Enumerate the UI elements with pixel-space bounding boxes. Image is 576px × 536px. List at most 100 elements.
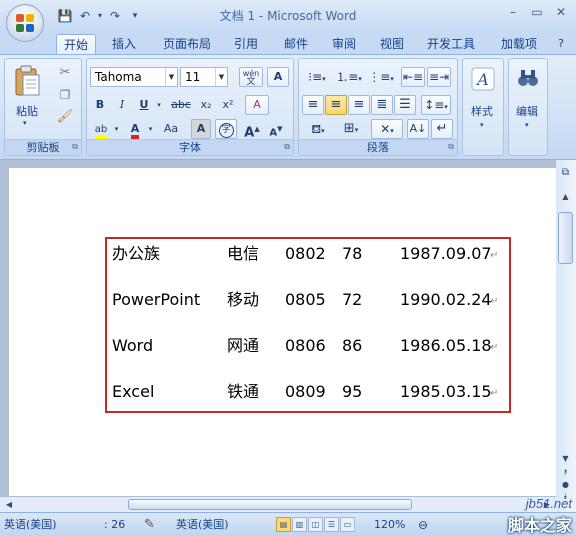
bullets-button[interactable]: ⁝≡▾ (302, 67, 332, 87)
borders-button[interactable]: ⊞▾ (336, 119, 366, 139)
minimize-icon[interactable]: – (502, 4, 524, 22)
chevron-down-icon[interactable]: ▼ (215, 68, 227, 86)
highlight-button[interactable]: ab (90, 119, 112, 140)
decrease-indent-button[interactable]: ⇤≡ (401, 67, 425, 87)
styles-dropdown-icon[interactable]: ▾ (480, 121, 484, 129)
zoom-level[interactable]: 120% (374, 517, 405, 533)
binoculars-icon (518, 70, 538, 86)
view-buttons: ▤ ▥ ◫ ☰ ▭ (276, 517, 355, 532)
underline-dropdown-icon[interactable]: ▾ (154, 95, 164, 115)
print-layout-view-icon[interactable]: ▤ (276, 517, 291, 532)
enclosed-char-icon: 字 (218, 123, 234, 138)
italic-button[interactable]: I (112, 95, 132, 115)
cell-carrier: 电信 (227, 244, 260, 263)
bold-button[interactable]: B (90, 95, 110, 115)
increase-indent-button[interactable]: ≡⇥ (427, 67, 451, 87)
font-color-dropdown-icon[interactable]: ▾ (146, 119, 155, 139)
horizontal-scroll-thumb[interactable] (128, 499, 412, 510)
font-color-button[interactable]: A (124, 119, 146, 139)
tab-references[interactable]: 引用 (226, 34, 266, 54)
cut-icon[interactable]: ✂ (55, 63, 75, 83)
chevron-down-icon[interactable]: ▼ (165, 68, 177, 86)
zoom-out-icon[interactable]: ⊖ (418, 517, 428, 533)
language-status[interactable]: 英语(美国) (4, 517, 57, 533)
proofing-icon[interactable]: ✎ (144, 517, 155, 533)
close-icon[interactable]: ✕ (550, 4, 572, 22)
restore-icon[interactable]: ▭ (526, 4, 548, 22)
vertical-scroll-thumb[interactable] (558, 212, 573, 264)
cell-date: 1987.09.07 (400, 244, 492, 263)
ribbon: 粘贴 ▾ ✂ ❐ 🖌 剪贴板 ⧉ Tahoma ▼ 11 ▼ wén 文 A B … (0, 54, 576, 160)
paragraph-launcher-icon[interactable]: ⧉ (448, 142, 454, 152)
clear-formatting-button[interactable]: A (245, 95, 269, 115)
draft-view-icon[interactable]: ▭ (340, 517, 355, 532)
watermark-site: jb51.net (525, 496, 572, 511)
chinese-layout-button[interactable]: ✕▾ (371, 119, 403, 139)
align-center-button[interactable]: ≡ (325, 95, 347, 115)
justify-button[interactable]: ≣ (371, 95, 393, 115)
line-spacing-button[interactable]: ↕≡▾ (421, 95, 451, 115)
scroll-down-icon[interactable]: ▼ (558, 452, 573, 466)
show-marks-button[interactable]: ↵ (431, 119, 453, 139)
vertical-scrollbar[interactable]: ⧉ ▲ ▼ ⯭ ● ⯯ (556, 160, 576, 512)
paste-dropdown-icon[interactable]: ▾ (23, 119, 27, 127)
subscript-button[interactable]: x₂ (196, 95, 216, 115)
cell-code: 0809 (285, 382, 326, 401)
font-launcher-icon[interactable]: ⧉ (284, 142, 290, 152)
window-title: 文档 1 - Microsoft Word (219, 9, 357, 23)
char-shading-button[interactable]: A (191, 119, 211, 139)
phonetic-guide-button[interactable]: wén 文 (239, 67, 263, 87)
outline-view-icon[interactable]: ☰ (324, 517, 339, 532)
char-border-button[interactable]: A (267, 67, 289, 87)
highlight-dropdown-icon[interactable]: ▾ (112, 119, 121, 139)
grow-font-button[interactable]: A▲ (241, 119, 263, 140)
paragraph-mark-icon: ↵ (490, 388, 499, 399)
clipboard-launcher-icon[interactable]: ⧉ (72, 142, 78, 152)
numbering-button[interactable]: ⒈≡▾ (334, 67, 364, 87)
cell-code: 0805 (285, 290, 326, 309)
word-count-status[interactable]: : 26 (104, 517, 125, 533)
tab-page-layout[interactable]: 页面布局 (156, 34, 218, 54)
format-painter-icon[interactable]: 🖌 (55, 107, 75, 127)
ruler-toggle-icon[interactable]: ⧉ (558, 166, 573, 180)
tab-home[interactable]: 开始 (56, 34, 96, 54)
cell-date: 1985.03.15 (400, 382, 492, 401)
cell-name: Word (112, 336, 154, 355)
font-name-combo[interactable]: Tahoma ▼ (90, 67, 178, 87)
full-screen-reading-icon[interactable]: ▥ (292, 517, 307, 532)
scroll-up-icon[interactable]: ▲ (558, 190, 573, 204)
document-page[interactable]: 办公族 电信 0802 78 1987.09.07 ↵ PowerPoint 移动 0805 72… (9, 168, 556, 512)
copy-icon[interactable]: ❐ (55, 85, 75, 105)
office-button[interactable] (6, 4, 44, 42)
tab-mailings[interactable]: 邮件 (276, 34, 316, 54)
align-left-button[interactable]: ≡ (302, 95, 324, 115)
tab-developer[interactable]: 开发工具 (420, 34, 482, 54)
cell-code: 0806 (285, 336, 326, 355)
cell-score: 95 (342, 382, 363, 401)
input-language-status[interactable]: 英语(美国) (176, 517, 229, 533)
tab-insert[interactable]: 插入 (104, 34, 144, 54)
tab-add-ins[interactable]: 加载项 (490, 34, 548, 54)
underline-button[interactable]: U (134, 95, 154, 115)
web-layout-icon[interactable]: ◫ (308, 517, 323, 532)
change-case-button[interactable]: Aa (158, 119, 184, 139)
tab-review[interactable]: 审阅 (324, 34, 364, 54)
paint-bucket-icon: ⛾ (311, 122, 322, 136)
strikethrough-button[interactable]: abc (168, 95, 194, 115)
cell-carrier: 移动 (227, 290, 260, 309)
shrink-font-button[interactable]: A▼ (265, 119, 287, 139)
distributed-button[interactable]: ☰ (394, 95, 416, 115)
font-name-value: Tahoma (95, 70, 142, 84)
tab-view[interactable]: 视图 (372, 34, 412, 54)
shading-button[interactable]: ⛾▾ (302, 119, 334, 139)
horizontal-scrollbar[interactable]: ◀ ▶ (0, 496, 556, 512)
superscript-button[interactable]: x² (218, 95, 238, 115)
align-right-button[interactable]: ≡ (348, 95, 370, 115)
enclose-char-button[interactable]: 字 (215, 119, 237, 139)
font-size-combo[interactable]: 11 ▼ (180, 67, 228, 87)
scroll-left-icon[interactable]: ◀ (2, 498, 16, 511)
multilevel-list-button[interactable]: ⋮≡▾ (366, 67, 396, 87)
editing-dropdown-icon[interactable]: ▾ (525, 121, 529, 129)
help-icon[interactable]: ? (552, 34, 570, 54)
sort-button[interactable]: A↓ (407, 119, 429, 139)
